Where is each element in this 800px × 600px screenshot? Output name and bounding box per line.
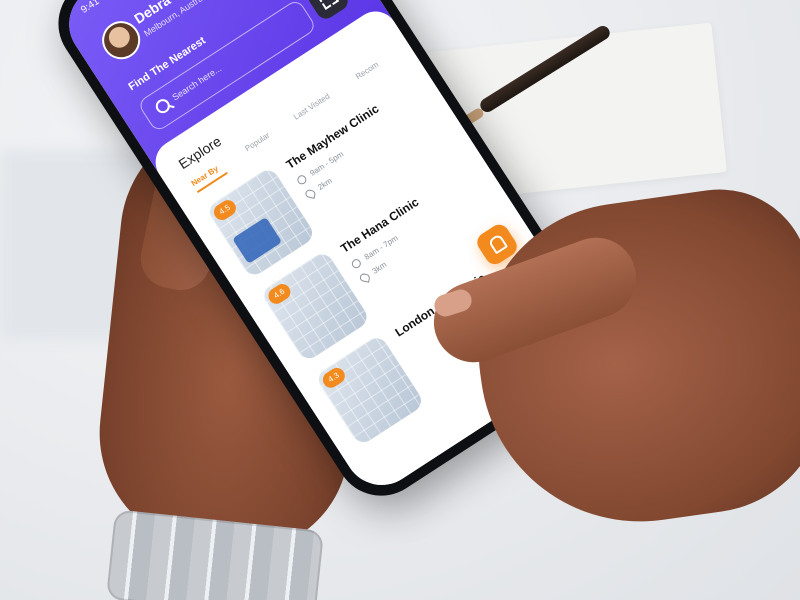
tab-near-by[interactable]: Near By <box>190 164 220 188</box>
clinic-distance-text: 3km <box>370 259 389 276</box>
location-pin-icon <box>359 272 371 283</box>
tab-last-visited[interactable]: Last Visited <box>292 92 331 122</box>
clock-icon <box>295 173 309 187</box>
scan-icon <box>316 0 340 10</box>
clinic-distance-text: 2km <box>316 176 334 192</box>
status-time: 9:41 <box>79 0 102 16</box>
tab-popular[interactable]: Popular <box>243 131 271 154</box>
search-icon <box>153 96 173 116</box>
bell-icon <box>487 233 509 255</box>
photo-scene: 9:41 ••• Debra Willis Melbourn, Australi… <box>0 0 800 600</box>
clock-icon <box>350 257 363 271</box>
location-pin-icon <box>304 188 317 199</box>
tab-recommended[interactable]: Recom <box>354 60 380 81</box>
